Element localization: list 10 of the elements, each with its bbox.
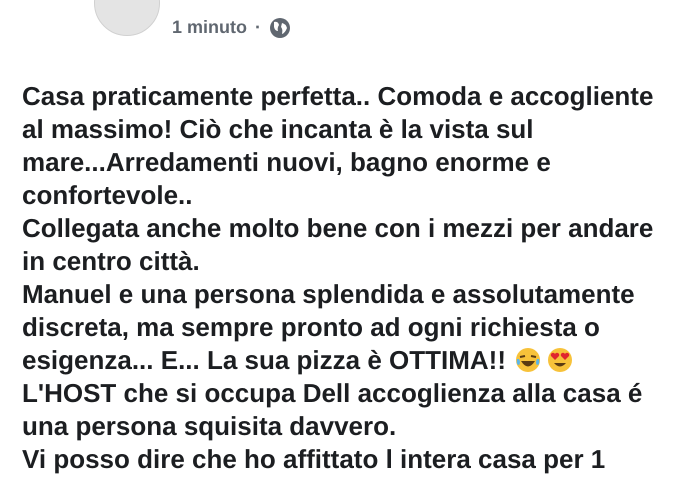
post-time[interactable]: 1 minuto <box>172 14 247 41</box>
globe-icon <box>269 16 291 38</box>
post-text: Casa praticamente perfetta.. Comoda e accogliente al massimo! Ciò che incanta è la vista sul mare...Arredamenti nuovi, bagno enorme e confortevole.. <box>22 80 654 212</box>
post-text: Manuel e una persona splendida e assolutamente discreta, ma sempre pronto ad ogni richiesta o esigenza... E... La sua pizza è OTTIMA!! <box>22 278 636 377</box>
post-text: Vi posso dire che ho affittato l intera casa per 1 <box>22 443 606 476</box>
laughing-emoji-icon <box>514 346 542 374</box>
separator-dot: · <box>255 16 261 39</box>
post-text: L'HOST che si occupa Dell accoglienza alla casa é una persona squisita davvero. <box>22 377 644 443</box>
post-text: Collegata anche molto bene con i mezzi per andare in centro città. <box>22 212 654 278</box>
heart-eyes-emoji-icon <box>546 346 574 374</box>
